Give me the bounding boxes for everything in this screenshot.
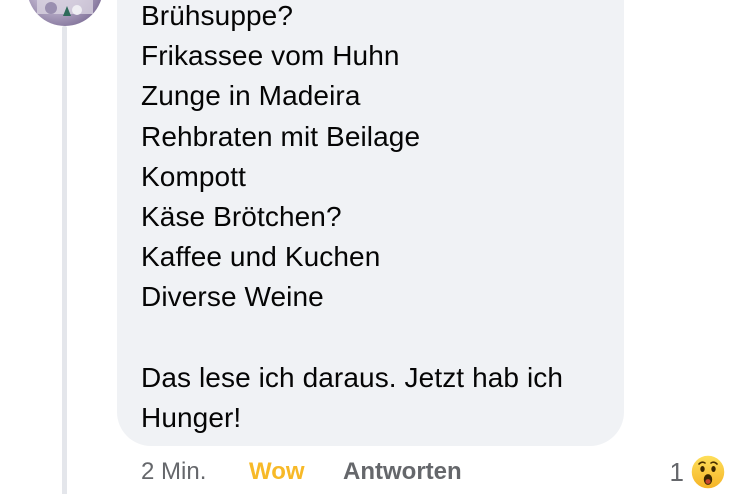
reaction-count: 1 [669, 456, 684, 487]
comment-line: Käse Brötchen? [141, 201, 342, 233]
comment-timestamp[interactable]: 2 Min. [141, 458, 249, 486]
comment-line: Kompott [141, 160, 246, 192]
avatar[interactable] [27, 0, 103, 26]
reaction-summary[interactable]: 1 [670, 452, 726, 492]
comment-line: Brühsuppe? [141, 0, 294, 31]
wow-emoji-icon [690, 454, 726, 490]
thread-line [62, 26, 67, 494]
reply-button[interactable]: Antworten [343, 458, 462, 486]
comment-line: Zunge in Madeira [141, 80, 361, 112]
comment-line: Das lese ich daraus. Jetzt hab ich [141, 361, 564, 393]
comment-actions: 2 Min. Wow Antworten [141, 452, 462, 492]
reaction-button[interactable]: Wow [249, 458, 343, 486]
comment-text: Brühsuppe? Frikassee vom Huhn Zunge in M… [141, 0, 563, 438]
comment-line: Frikassee vom Huhn [141, 40, 400, 72]
comment-line: Hunger! [141, 402, 242, 434]
comment-blank-line [141, 318, 563, 358]
comment-line: Rehbraten mit Beilage [141, 120, 421, 152]
comment-line: Diverse Weine [141, 281, 324, 313]
comment-thread: Brühsuppe? Frikassee vom Huhn Zunge in M… [0, 0, 750, 494]
comment-line: Kaffee und Kuchen [141, 241, 381, 273]
avatar-image-icon [37, 0, 93, 16]
